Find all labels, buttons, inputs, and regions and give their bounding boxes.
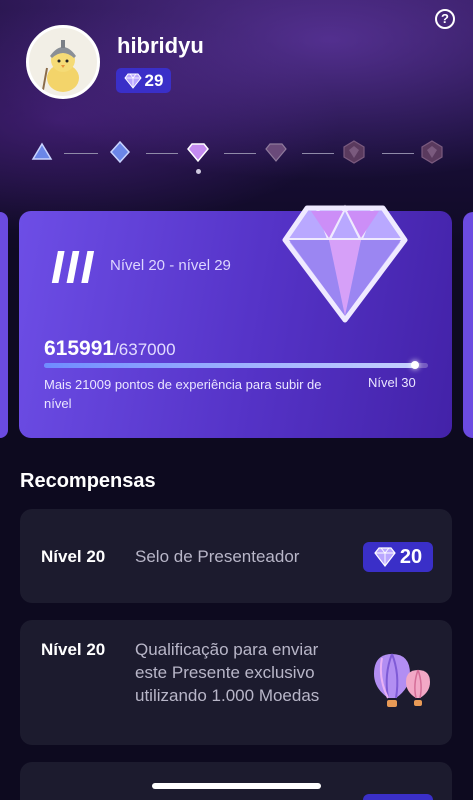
user-level-badge: 29: [116, 68, 171, 93]
xp-current: 615991: [44, 337, 115, 360]
tier-4-icon[interactable]: [264, 140, 288, 164]
reward-badge-value: 20: [399, 545, 423, 568]
reward-item[interactable]: Nível 20 Qualificação para enviar este P…: [20, 620, 452, 745]
rewards-title: Recompensas: [20, 470, 156, 492]
tier-3-icon[interactable]: [186, 140, 210, 164]
xp-progress-knob: [411, 361, 420, 369]
tier-2-icon[interactable]: [108, 140, 132, 164]
xp-progress-bar: [44, 361, 428, 369]
tier-connector: [224, 153, 256, 154]
help-icon[interactable]: ?: [435, 9, 455, 29]
reward-badge: [363, 794, 433, 800]
tier-1-icon[interactable]: [30, 140, 54, 164]
reward-badge: 20: [363, 542, 433, 572]
xp-total: /637000: [114, 340, 176, 359]
reward-level: Nível 20: [41, 640, 106, 659]
diamond-icon: [282, 204, 408, 323]
diamond-icon: [374, 547, 396, 567]
username: hibridyu: [117, 33, 204, 58]
reward-item[interactable]: Nível 20 Selo de Presenteador 20: [20, 509, 452, 603]
tier-5-icon[interactable]: [342, 140, 366, 164]
tier-connector: [64, 153, 98, 154]
avatar[interactable]: [26, 25, 100, 99]
reward-level: Nível 20: [41, 547, 106, 566]
xp-progress-text: 615991/637000: [44, 337, 176, 361]
hot-air-balloon-gift-icon: [374, 653, 430, 707]
previous-level-card[interactable]: [0, 212, 8, 438]
next-level-label: Nível 30: [368, 375, 416, 390]
reward-item[interactable]: [20, 762, 452, 800]
next-level-card[interactable]: [463, 212, 473, 438]
xp-progress-fill: [44, 361, 420, 369]
diamond-icon: [123, 73, 142, 89]
tier-connector: [382, 153, 414, 154]
home-indicator[interactable]: [152, 783, 321, 789]
user-level-value: 29: [144, 70, 164, 90]
tier-connector: [302, 153, 334, 154]
reward-description: Qualificação para enviar este Presente e…: [135, 640, 320, 705]
tier-6-icon[interactable]: [420, 140, 444, 164]
level-range: Nível 20 - nível 29: [110, 257, 231, 274]
tier-connector: [146, 153, 178, 154]
selected-tier-indicator: [196, 169, 201, 174]
tier-roman-numeral: III: [51, 241, 96, 293]
reward-description: Selo de Presenteador: [135, 547, 300, 566]
tier-track: [0, 138, 473, 178]
xp-remaining-hint: Mais 21009 pontos de experiência para su…: [44, 377, 322, 411]
